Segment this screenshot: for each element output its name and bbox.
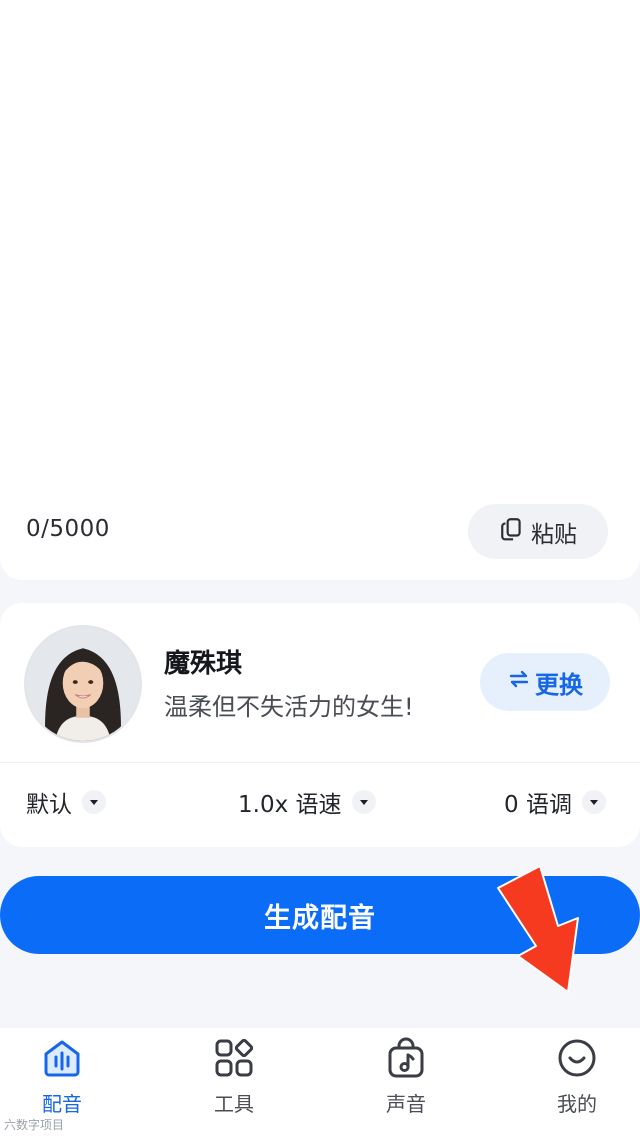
text-input-card: 0/5000 粘贴 bbox=[0, 0, 640, 580]
bottom-tab-bar: 配音 工具 声音 我的 bbox=[0, 1028, 640, 1138]
tab-label: 工具 bbox=[214, 1092, 254, 1116]
annotation-arrow-icon bbox=[490, 860, 590, 1000]
caret-down-icon bbox=[581, 790, 606, 814]
voice-name: 魔殊琪 bbox=[164, 649, 243, 679]
smile-icon bbox=[558, 1039, 596, 1077]
change-voice-button[interactable]: 更换 bbox=[480, 653, 610, 711]
tab-label: 声音 bbox=[386, 1092, 426, 1116]
paste-label: 粘贴 bbox=[531, 521, 577, 548]
tab-profile[interactable]: 我的 bbox=[517, 1036, 637, 1126]
tab-dubbing[interactable]: 配音 bbox=[2, 1036, 122, 1126]
caret-down-icon bbox=[351, 790, 376, 814]
divider bbox=[0, 762, 640, 763]
voice-settings-row: 默认 1.0x 语速 0 语调 bbox=[0, 771, 640, 835]
music-bag-icon bbox=[388, 1037, 424, 1078]
voice-home-icon bbox=[44, 1040, 80, 1077]
watermark: 六数字项目 bbox=[4, 1118, 65, 1132]
speed-value: 1.0x 语速 bbox=[238, 792, 342, 818]
tab-label: 我的 bbox=[557, 1092, 597, 1116]
change-voice-label: 更换 bbox=[535, 670, 583, 699]
caret-down-icon bbox=[82, 790, 106, 814]
style-dropdown[interactable]: 默认 bbox=[26, 785, 106, 819]
voice-card: 魔殊琪 温柔但不失活力的女生! 更换 默认 1.0x 语速 0 语调 bbox=[0, 603, 640, 847]
speed-dropdown[interactable]: 1.0x 语速 bbox=[238, 785, 376, 819]
pitch-dropdown[interactable]: 0 语调 bbox=[504, 785, 606, 819]
tab-label: 配音 bbox=[42, 1092, 82, 1116]
clipboard-icon bbox=[499, 516, 525, 548]
swap-icon bbox=[507, 667, 531, 697]
paste-button[interactable]: 粘贴 bbox=[468, 504, 608, 559]
voice-avatar[interactable] bbox=[24, 625, 142, 743]
character-counter: 0/5000 bbox=[26, 516, 110, 542]
tab-voices[interactable]: 声音 bbox=[346, 1036, 466, 1126]
voice-description: 温柔但不失活力的女生! bbox=[164, 693, 414, 721]
grid-tools-icon bbox=[215, 1038, 254, 1077]
style-value: 默认 bbox=[26, 792, 72, 818]
tab-tools[interactable]: 工具 bbox=[174, 1036, 294, 1126]
script-text-area[interactable] bbox=[26, 30, 614, 470]
pitch-value: 0 语调 bbox=[504, 792, 572, 818]
